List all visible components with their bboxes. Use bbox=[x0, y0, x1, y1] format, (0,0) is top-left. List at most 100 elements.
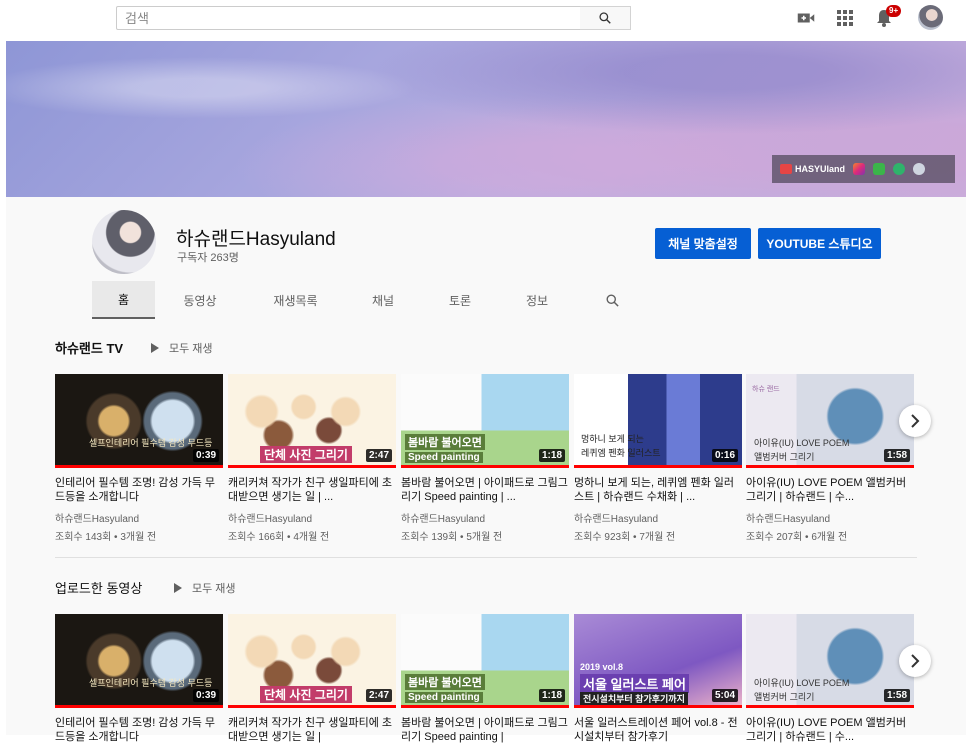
video-thumbnail[interactable]: 봄바람 불어오면 Speed painting 1:18 bbox=[401, 614, 569, 708]
video-title[interactable]: 봄바람 불어오면 | 아이패드로 그림그리기 Speed painting | … bbox=[401, 476, 569, 504]
video-title[interactable]: 인테리어 필수템 조명! 감성 가득 무드등을 소개합니다 bbox=[55, 476, 223, 504]
play-icon bbox=[174, 583, 182, 593]
play-icon bbox=[151, 343, 159, 353]
instagram-icon[interactable] bbox=[853, 163, 866, 175]
tab-videos[interactable]: 동영상 bbox=[166, 281, 234, 319]
create-video-icon[interactable] bbox=[796, 8, 816, 28]
banner-link-hasyuland[interactable]: HASYUland bbox=[780, 164, 845, 174]
play-all-button[interactable]: 모두 재생 bbox=[174, 580, 236, 596]
section-title[interactable]: 업로드한 동영상 bbox=[55, 578, 142, 597]
video-channel[interactable]: 하슈랜드Hasyuland bbox=[574, 510, 742, 525]
video-meta: 조회수 923회 • 7개월 전 bbox=[574, 532, 676, 543]
shelf-next-button[interactable] bbox=[899, 645, 931, 677]
video-thumbnail[interactable]: 2019 vol.8 서울 일러스트 페어 전시설치부터 참가후기까지 5:04 bbox=[574, 614, 742, 708]
section-divider bbox=[55, 557, 917, 558]
video-duration: 0:39 bbox=[192, 449, 219, 462]
thumbnail-caption: 멍하니 보게 되는 bbox=[581, 434, 644, 444]
tab-about[interactable]: 정보 bbox=[508, 281, 566, 319]
video-meta: 조회수 143회 • 3개월 전 bbox=[55, 532, 157, 543]
play-all-button[interactable]: 모두 재생 bbox=[151, 340, 213, 356]
social-link-icon[interactable] bbox=[893, 163, 906, 175]
video-card[interactable]: 셀프인테리어 필수템 감성 무드등 0:39 인테리어 필수템 조명! 감성 가… bbox=[55, 374, 223, 543]
apps-grid-icon[interactable] bbox=[835, 8, 855, 28]
video-card[interactable]: 멍하니 보게 되는 레퀴엠 펜화 일러스트 0:16 멍하니 보게 되는, 레퀴… bbox=[574, 374, 742, 543]
tab-home[interactable]: 홈 bbox=[92, 281, 155, 319]
thumbnail-logo: 하슈 랜드 bbox=[752, 386, 780, 393]
watch-progress bbox=[55, 465, 223, 468]
video-meta: 조회수 166회 • 4개월 전 bbox=[228, 532, 330, 543]
video-thumbnail[interactable]: 단체 사진 그리기 2:47 bbox=[228, 374, 396, 468]
video-title[interactable]: 인테리어 필수템 조명! 감성 가득 무드등을 소개합니다 bbox=[55, 716, 223, 744]
video-card[interactable]: 하슈 랜드 아이유(IU) LOVE POEM 앨범커버 그리기 1:58 아이… bbox=[746, 374, 914, 543]
thumbnail-subcaption: Speed painting bbox=[405, 452, 483, 463]
youtube-studio-button[interactable]: YOUTUBE 스튜디오 bbox=[758, 228, 881, 259]
thumbnail-subcaption: 앨범커버 그리기 bbox=[754, 452, 815, 462]
thumbnail-subcaption: Speed painting bbox=[405, 692, 483, 703]
brand-label: HASYUland bbox=[795, 164, 846, 174]
channel-avatar bbox=[92, 210, 156, 274]
watch-progress bbox=[228, 465, 396, 468]
search-input[interactable] bbox=[117, 7, 580, 29]
tab-discussion[interactable]: 토론 bbox=[431, 281, 489, 319]
video-duration: 2:47 bbox=[365, 689, 392, 702]
watch-progress bbox=[574, 465, 742, 468]
video-thumbnail[interactable]: 셀프인테리어 필수템 감성 무드등 0:39 bbox=[55, 614, 223, 708]
video-channel[interactable]: 하슈랜드Hasyuland bbox=[228, 510, 396, 525]
video-title[interactable]: 아이유(IU) LOVE POEM 앨범커버 그리기 | 하슈랜드 | 수... bbox=[746, 476, 914, 504]
video-title[interactable]: 캐리커쳐 작가가 친구 생일파티에 초대받으면 생기는 일 | bbox=[228, 716, 396, 744]
video-thumbnail[interactable]: 봄바람 불어오면 Speed painting 1:18 bbox=[401, 374, 569, 468]
video-title[interactable]: 캐리커쳐 작가가 친구 생일파티에 초대받으면 생기는 일 | ... bbox=[228, 476, 396, 504]
chat-icon[interactable] bbox=[873, 163, 886, 175]
search-box[interactable] bbox=[116, 6, 581, 30]
tab-playlists[interactable]: 재생목록 bbox=[258, 281, 333, 319]
video-card[interactable]: 봄바람 불어오면 Speed painting 1:18 봄바람 불어오면 | … bbox=[401, 614, 569, 744]
thumbnail-caption: 단체 사진 그리기 bbox=[260, 686, 352, 703]
video-duration: 1:58 bbox=[883, 689, 910, 702]
video-thumbnail[interactable]: 하슈 랜드 아이유(IU) LOVE POEM 앨범커버 그리기 1:58 bbox=[746, 374, 914, 468]
video-title[interactable]: 멍하니 보게 되는, 레퀴엠 펜화 일러스트 | 하슈랜드 수채화 | ... bbox=[574, 476, 742, 504]
watch-progress bbox=[574, 705, 742, 708]
video-card[interactable]: 단체 사진 그리기 2:47 캐리커쳐 작가가 친구 생일파티에 초대받으면 생… bbox=[228, 374, 396, 543]
search-icon bbox=[599, 12, 611, 24]
video-card[interactable]: 아이유(IU) LOVE POEM 앨범커버 그리기 1:58 아이유(IU) … bbox=[746, 614, 914, 744]
video-card[interactable]: 봄바람 불어오면 Speed painting 1:18 봄바람 불어오면 | … bbox=[401, 374, 569, 543]
video-card[interactable]: 셀프인테리어 필수템 감성 무드등 0:39 인테리어 필수템 조명! 감성 가… bbox=[55, 614, 223, 744]
thumbnail-caption: 봄바람 불어오면 bbox=[405, 674, 485, 690]
account-avatar[interactable] bbox=[918, 5, 943, 30]
video-channel[interactable]: 하슈랜드Hasyuland bbox=[55, 510, 223, 525]
video-card[interactable]: 2019 vol.8 서울 일러스트 페어 전시설치부터 참가후기까지 5:04… bbox=[574, 614, 742, 744]
watch-progress bbox=[746, 705, 914, 708]
play-all-label: 모두 재생 bbox=[169, 343, 213, 355]
thumbnail-caption: 아이유(IU) LOVE POEM bbox=[754, 438, 850, 448]
video-channel[interactable]: 하슈랜드Hasyuland bbox=[746, 510, 914, 525]
thumbnail-tag: 2019 vol.8 bbox=[580, 662, 624, 672]
video-duration: 5:04 bbox=[711, 689, 738, 702]
watch-progress bbox=[55, 705, 223, 708]
video-title[interactable]: 서울 일러스트레이션 페어 vol.8 - 전시설치부터 참가후기 bbox=[574, 716, 742, 744]
video-card[interactable]: 단체 사진 그리기 2:47 캐리커쳐 작가가 친구 생일파티에 초대받으면 생… bbox=[228, 614, 396, 744]
globe-icon[interactable] bbox=[913, 163, 926, 175]
video-title[interactable]: 아이유(IU) LOVE POEM 앨범커버 그리기 | 하슈랜드 | 수... bbox=[746, 716, 914, 744]
video-thumbnail[interactable]: 단체 사진 그리기 2:47 bbox=[228, 614, 396, 708]
banner-links: HASYUland bbox=[772, 155, 955, 183]
shelf-next-button[interactable] bbox=[899, 405, 931, 437]
video-thumbnail[interactable]: 아이유(IU) LOVE POEM 앨범커버 그리기 1:58 bbox=[746, 614, 914, 708]
video-meta: 조회수 139회 • 5개월 전 bbox=[401, 532, 503, 543]
video-duration: 2:47 bbox=[365, 449, 392, 462]
channel-search-icon[interactable] bbox=[596, 281, 628, 319]
customize-channel-button[interactable]: 채널 맞춤설정 bbox=[655, 228, 751, 259]
play-all-label: 모두 재생 bbox=[192, 583, 236, 595]
brand-logo-icon bbox=[780, 164, 792, 174]
thumbnail-subcaption: 전시설치부터 참가후기까지 bbox=[580, 692, 688, 705]
thumbnail-caption: 서울 일러스트 페어 bbox=[580, 674, 689, 693]
notification-badge: 9+ bbox=[886, 5, 902, 17]
video-title[interactable]: 봄바람 불어오면 | 아이패드로 그림그리기 Speed painting | bbox=[401, 716, 569, 744]
video-channel[interactable]: 하슈랜드Hasyuland bbox=[401, 510, 569, 525]
tab-channels[interactable]: 채널 bbox=[354, 281, 412, 319]
video-thumbnail[interactable]: 셀프인테리어 필수템 감성 무드등 0:39 bbox=[55, 374, 223, 468]
search-button[interactable] bbox=[580, 6, 631, 30]
section-title[interactable]: 하슈랜드 TV bbox=[55, 338, 123, 357]
thumbnail-caption: 셀프인테리어 필수템 감성 무드등 bbox=[89, 678, 213, 688]
video-thumbnail[interactable]: 멍하니 보게 되는 레퀴엠 펜화 일러스트 0:16 bbox=[574, 374, 742, 468]
channel-name: 하슈랜드Hasyuland bbox=[176, 229, 336, 250]
